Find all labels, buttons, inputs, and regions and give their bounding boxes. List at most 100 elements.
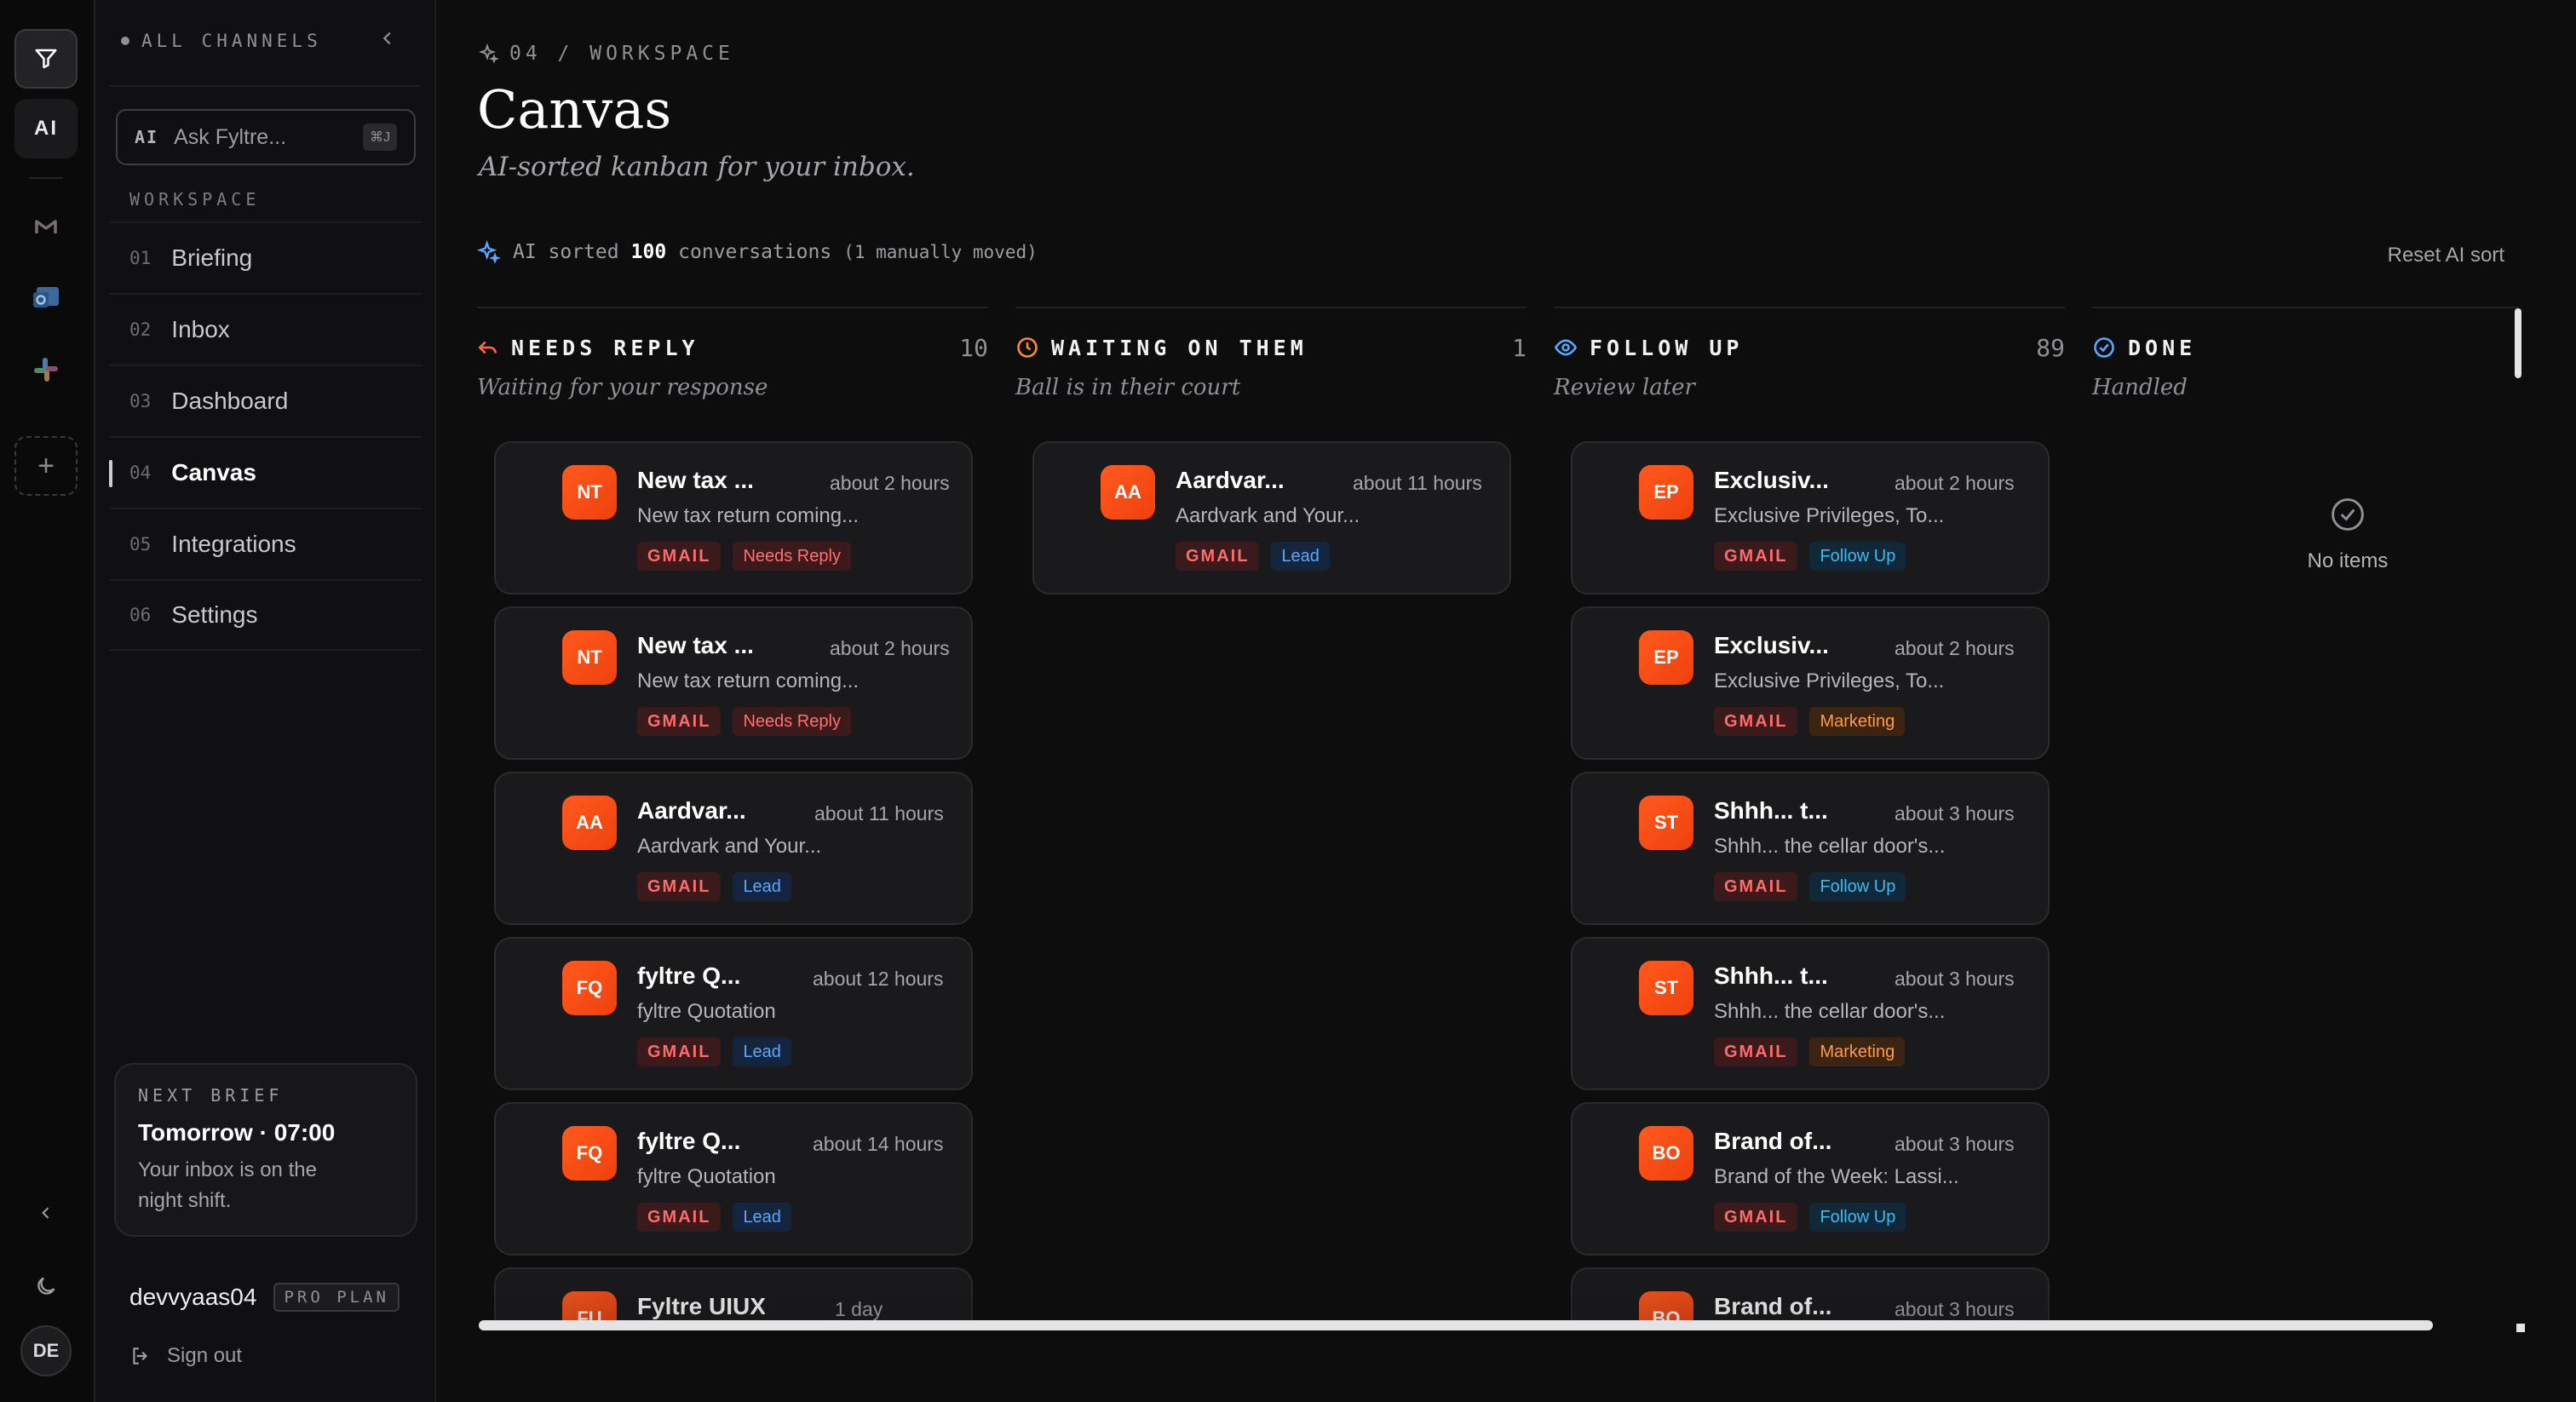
outlook-channel[interactable] [29,281,63,315]
sender-avatar: AA [562,796,617,850]
card-subject: Brand of... [1714,1128,1832,1154]
sidebar-item-inbox[interactable]: 02 Inbox [109,293,423,365]
conversation-card[interactable]: BO Brand of... about 3 hours Brand of th… [1571,1102,2050,1255]
card-tags: GMAIL Marketing [1714,1037,1906,1066]
card-tags: GMAIL Marketing [1714,707,1906,736]
conversation-card[interactable]: AA Aardvar... about 11 hours Aardvark an… [494,772,973,925]
divider [109,85,421,87]
card-tags: GMAIL Lead [1176,542,1330,571]
sidebar-collapse-button[interactable] [378,29,397,52]
sign-out-label: Sign out [167,1344,243,1367]
sort-count: 100 [630,241,667,263]
next-brief-card[interactable]: NEXT BRIEF Tomorrow · 07:00 Your inbox i… [114,1063,417,1237]
column-header: NEEDS REPLY 10 [477,332,988,363]
conversation-card[interactable]: NT New tax ... about 2 hours New tax ret… [494,606,973,760]
sidebar-item-settings[interactable]: 06 Settings [109,579,423,651]
conversation-card[interactable]: AA Aardvar... about 11 hours Aardvark an… [1032,441,1511,595]
avatar[interactable]: DE [20,1325,72,1376]
conversation-card[interactable]: FQ fyltre Q... about 12 hours fyltre Quo… [494,937,973,1090]
card-time: about 2 hours [1895,472,2015,494]
sidebar-item-briefing[interactable]: 01 Briefing [109,221,423,293]
card-time: about 3 hours [1895,968,2015,990]
tag-badge: Follow Up [1809,1203,1906,1232]
channel-filter-header[interactable]: ALL CHANNELS [121,31,322,51]
channel-filter-label: ALL CHANNELS [141,31,322,51]
add-channel-button[interactable]: + [14,436,78,496]
sidebar-item-integrations[interactable]: 05 Integrations [109,508,423,579]
card-tags: GMAIL Lead [637,872,791,901]
gmail-icon [35,220,57,233]
sign-out-icon [133,1347,148,1365]
avatar-initials: DE [32,1340,60,1361]
column-header: WAITING ON THEM 1 [1015,332,1527,363]
sender-avatar: NT [562,630,617,685]
slack-channel[interactable] [29,353,63,387]
breadcrumb-text: 04 / WORKSPACE [509,43,734,65]
sender-avatar: EP [1639,465,1693,520]
check-circle-icon [2094,337,2114,358]
conversation-card[interactable]: NT New tax ... about 2 hours New tax ret… [494,441,973,595]
column-subtitle: Waiting for your response [477,375,768,400]
nav-label: Dashboard [171,388,289,414]
conversation-card[interactable]: FU Fyltre UIUX 1 day [494,1267,973,1327]
ask-placeholder: Ask Fyltre... [174,124,287,149]
sidebar-item-canvas[interactable]: 04 Canvas [109,436,423,508]
card-subject: Aardvar... [637,797,746,824]
card-tags: GMAIL Needs Reply [637,707,851,736]
conversation-card[interactable]: EP Exclusiv... about 2 hours Exclusive P… [1571,606,2050,760]
sidebar: ALL CHANNELS AI Ask Fyltre... ⌘J WORKSPA… [95,0,436,1402]
sparkle-icon [477,240,501,264]
card-time: about 12 hours [813,968,944,990]
clock-icon [1017,337,1038,358]
column-title: FOLLOW UP [1590,335,1744,360]
kanban-column: FOLLOW UP 89 Review later [1554,307,2065,400]
theme-toggle[interactable] [29,1269,63,1303]
user-info: devvyaas04 PRO PLAN [129,1283,400,1312]
card-time: about 2 hours [830,472,950,494]
reset-ai-sort-button[interactable]: Reset AI sort [2388,244,2504,267]
conversation-card[interactable]: BO Brand of... about 3 hours [1571,1267,2050,1327]
sign-out-button[interactable]: Sign out [129,1344,242,1368]
ask-ai-input[interactable]: AI Ask Fyltre... ⌘J [116,109,416,165]
card-subject: Aardvar... [1176,467,1285,493]
card-time: 1 day [835,1298,883,1320]
section-label: WORKSPACE [129,189,261,210]
tag-badge: GMAIL [1714,1037,1798,1066]
empty-label: No items [2307,549,2389,572]
card-tags: GMAIL Follow Up [1714,872,1906,901]
card-tags: GMAIL Follow Up [1714,1203,1906,1232]
column-title: NEEDS REPLY [511,335,699,360]
username: devvyaas04 [129,1284,257,1310]
nav-label: Settings [171,601,258,628]
card-time: about 3 hours [1895,1298,2015,1320]
ai-button[interactable]: AI [14,99,78,158]
sidebar-item-dashboard[interactable]: 03 Dashboard [109,365,423,436]
vertical-scrollbar[interactable] [2515,308,2521,378]
card-preview: Exclusive Privileges, To... [1714,504,1945,527]
nav-label: Briefing [171,244,253,271]
card-preview: Exclusive Privileges, To... [1714,669,1945,692]
ai-label: AI [34,117,58,140]
plan-badge: PRO PLAN [273,1283,400,1312]
card-subject: Shhh... t... [1714,797,1828,824]
filter-icon [35,49,57,69]
outlook-icon [33,287,59,307]
tag-badge: GMAIL [637,1037,722,1066]
ai-tag: AI [135,127,159,147]
horizontal-scrollbar[interactable] [479,1320,2433,1330]
conversation-card[interactable]: ST Shhh... t... about 3 hours Shhh... th… [1571,772,2050,925]
tag-badge: Marketing [1809,707,1906,736]
scroll-corner [2516,1324,2525,1332]
filter-button[interactable] [14,29,78,89]
gmail-channel[interactable] [29,210,63,244]
conversation-card[interactable]: FQ fyltre Q... about 14 hours fyltre Quo… [494,1102,973,1255]
collapse-rail-button[interactable] [29,1196,63,1230]
column-count: 89 [2036,333,2065,362]
conversation-card[interactable]: ST Shhh... t... about 3 hours Shhh... th… [1571,937,2050,1090]
page-subtitle: AI-sorted kanban for your inbox. [479,152,915,182]
sender-avatar: FQ [562,961,617,1015]
tag-badge: GMAIL [1714,542,1798,571]
brief-description-line: night shift. [138,1189,232,1212]
brief-description: Your inbox is on the night shift. [138,1155,394,1216]
conversation-card[interactable]: EP Exclusiv... about 2 hours Exclusive P… [1571,441,2050,595]
